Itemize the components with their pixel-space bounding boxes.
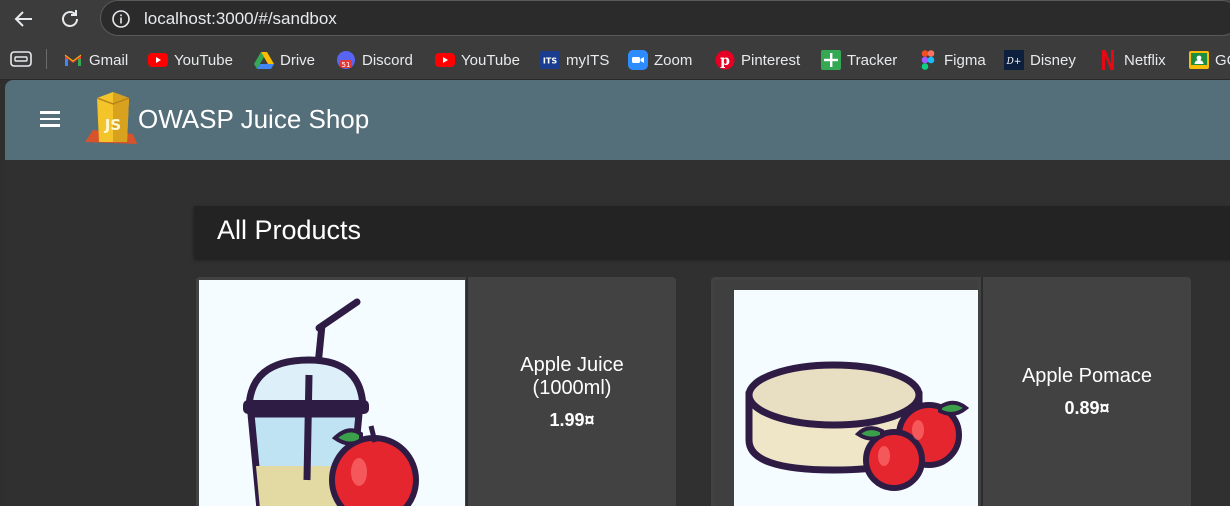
bookmark-myits[interactable]: ITS myITS (540, 49, 609, 71)
youtube-icon (148, 50, 168, 70)
juice-shop-logo[interactable]: JS (83, 90, 139, 150)
bookmark-disney[interactable]: D+ Disney (1004, 49, 1076, 71)
disney-icon: D+ (1004, 50, 1024, 70)
url-text[interactable]: localhost:3000/#/sandbox (144, 9, 337, 29)
bookmark-pinterest[interactable]: p Pinterest (715, 49, 800, 71)
product-price: 0.89¤ (1064, 398, 1110, 418)
reload-button[interactable] (56, 5, 84, 33)
bookmarks-bar: Gmail YouTube Drive 51 Discord YouTube I… (0, 38, 1230, 80)
hamburger-icon (40, 111, 60, 114)
gmail-icon (63, 50, 83, 70)
product-name: Apple Juice (1000ml) (520, 353, 624, 399)
svg-text:JS: JS (104, 116, 121, 134)
info-icon[interactable] (111, 9, 131, 29)
svg-text:51: 51 (342, 61, 351, 69)
apple-pomace-illustration (734, 290, 978, 506)
netflix-icon (1098, 50, 1118, 70)
svg-text:p: p (720, 53, 730, 69)
products-heading-bar: All Products (194, 206, 1230, 258)
page-viewport: JS OWASP Juice Shop All Products Apple J… (5, 80, 1230, 506)
classroom-icon (1189, 50, 1209, 70)
discord-icon: 51 (336, 50, 356, 70)
app-toolbar: JS OWASP Juice Shop (5, 80, 1230, 160)
bookmark-drive[interactable]: Drive (254, 49, 315, 71)
app-title[interactable]: OWASP Juice Shop (138, 104, 369, 135)
bookmark-classroom[interactable]: GC (1189, 49, 1230, 71)
bookmark-youtube-2[interactable]: YouTube (435, 49, 520, 71)
bookmark-tracker[interactable]: Tracker (821, 49, 897, 71)
product-image (714, 280, 978, 506)
product-name: Apple Pomace (1021, 365, 1153, 387)
bookmark-netflix[interactable]: Netflix (1098, 49, 1166, 71)
bookmark-zoom[interactable]: Zoom (628, 49, 692, 71)
product-price: 1.99¤ (549, 409, 595, 430)
myits-icon: ITS (540, 50, 560, 70)
youtube-icon (435, 50, 455, 70)
back-arrow-icon (14, 11, 32, 27)
zoom-icon (628, 50, 648, 70)
product-info: Apple Pomace 0.89¤ (983, 277, 1191, 506)
product-info: Apple Juice (1000ml) 1.99¤ (468, 277, 676, 506)
drive-icon (254, 50, 274, 70)
bookmark-discord[interactable]: 51 Discord (336, 49, 413, 71)
page-title: All Products (217, 215, 362, 245)
apple-juice-illustration (243, 298, 419, 506)
menu-button[interactable] (34, 105, 66, 133)
browser-toolbar: localhost:3000/#/sandbox (0, 0, 1230, 38)
address-bar[interactable]: localhost:3000/#/sandbox (100, 0, 1230, 36)
reload-icon (62, 10, 78, 27)
bookmarks-separator (46, 49, 47, 69)
bookmark-youtube[interactable]: YouTube (148, 49, 233, 71)
back-button[interactable] (10, 5, 38, 33)
pinterest-icon: p (715, 50, 735, 70)
tab-search-icon[interactable] (10, 51, 32, 67)
svg-text:D+: D+ (1006, 57, 1022, 67)
figma-icon (918, 50, 938, 70)
product-card[interactable]: Apple Pomace 0.89¤ (711, 277, 1191, 506)
product-card[interactable]: Apple Juice (1000ml) 1.99¤ (196, 277, 676, 506)
svg-text:ITS: ITS (543, 57, 557, 66)
product-image (199, 280, 465, 506)
tracker-icon (821, 50, 841, 70)
bookmark-figma[interactable]: Figma (918, 49, 986, 71)
bookmark-gmail[interactable]: Gmail (63, 49, 128, 71)
